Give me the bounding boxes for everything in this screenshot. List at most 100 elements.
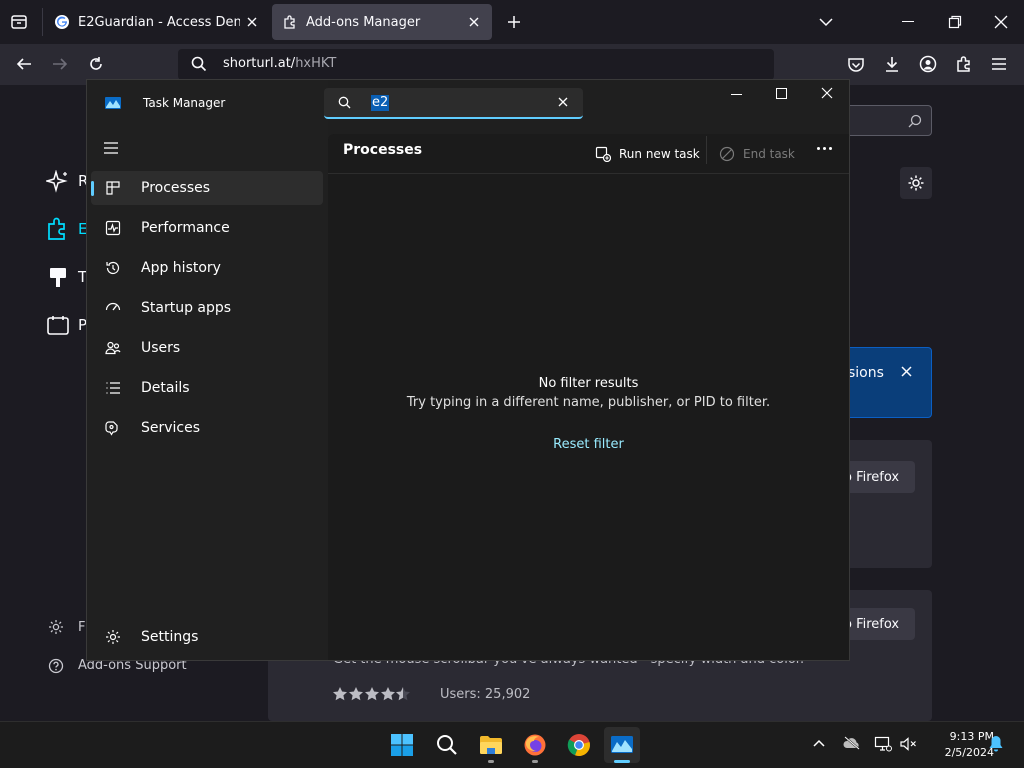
reset-filter-link[interactable]: Reset filter — [328, 437, 849, 452]
tab-addons-manager[interactable]: Add-ons Manager — [272, 4, 492, 40]
chevron-up-icon[interactable] — [812, 738, 826, 748]
nav-item-details[interactable]: Details — [91, 371, 323, 405]
users-count: Users: 25,902 — [440, 687, 531, 702]
toolbar-divider — [706, 136, 707, 164]
performance-icon — [103, 220, 123, 236]
tab-list-icon[interactable] — [10, 13, 28, 31]
chrome-icon[interactable] — [561, 727, 597, 763]
puzzle-icon — [282, 14, 298, 30]
task-manager-app-icon — [104, 95, 122, 111]
close-tab-icon[interactable] — [240, 10, 264, 34]
url-host: shorturl.at/ — [223, 56, 296, 71]
process-search-input[interactable] — [324, 88, 583, 119]
nav-item-startup-apps[interactable]: Startup apps — [91, 291, 323, 325]
nav-label: Services — [141, 420, 201, 436]
app-history-icon — [103, 260, 123, 276]
system-clock[interactable]: 9:13 PM 2/5/2024 — [924, 729, 994, 761]
search-icon — [908, 114, 922, 128]
volume-muted-icon[interactable] — [900, 737, 918, 751]
nav-item-processes[interactable]: Processes — [91, 171, 323, 205]
network-icon[interactable] — [874, 736, 892, 752]
nav-label: Details — [141, 380, 190, 396]
no-results-hint: Try typing in a different name, publishe… — [406, 395, 771, 410]
header-divider — [328, 173, 849, 174]
google-icon — [54, 14, 70, 30]
url-text[interactable]: shorturl.at/hxHKT — [223, 56, 336, 71]
search-icon — [191, 56, 207, 72]
task-manager-sidebar — [87, 80, 328, 660]
file-explorer-icon[interactable] — [473, 727, 509, 763]
url-path: hxHKT — [295, 56, 337, 71]
hamburger-menu-icon[interactable] — [991, 57, 1007, 71]
new-tab-icon[interactable] — [506, 14, 522, 30]
windows-taskbar — [0, 721, 1024, 768]
back-arrow-icon[interactable] — [15, 56, 33, 72]
forward-arrow-icon[interactable] — [51, 56, 69, 72]
clock-date: 2/5/2024 — [944, 746, 994, 759]
account-icon[interactable] — [919, 55, 937, 73]
extensions-category-icon[interactable] — [46, 217, 70, 241]
tab-title: E2Guardian - Access Denied — [78, 14, 240, 30]
window-title: Task Manager — [143, 96, 226, 110]
plugins-icon[interactable] — [46, 313, 70, 337]
download-icon[interactable] — [883, 55, 901, 73]
more-options-icon[interactable] — [817, 147, 832, 150]
tab-title: Add-ons Manager — [306, 14, 421, 30]
rating-stars — [332, 686, 410, 702]
windows-start-icon[interactable] — [384, 727, 420, 763]
nav-item-settings[interactable]: Settings — [91, 620, 323, 654]
task-manager-taskbar-icon[interactable] — [604, 727, 640, 763]
running-indicator — [532, 760, 538, 763]
search-value: e2 — [371, 95, 390, 111]
maximize-icon[interactable] — [776, 88, 787, 99]
details-icon — [103, 380, 123, 396]
nav-label: Settings — [141, 629, 199, 645]
nav-item-app-history[interactable]: App history — [91, 251, 323, 285]
nav-item-services[interactable]: Services — [91, 411, 323, 445]
button-label: Run new task — [619, 147, 700, 161]
search-icon[interactable] — [429, 727, 465, 763]
chevron-down-icon[interactable] — [818, 15, 834, 29]
run-new-task-button[interactable]: Run new task — [595, 140, 700, 168]
nav-item-performance[interactable]: Performance — [91, 211, 323, 245]
tab-e2guardian[interactable]: E2Guardian - Access Denied — [44, 4, 270, 40]
pocket-icon[interactable] — [847, 56, 865, 74]
close-tab-icon[interactable] — [462, 10, 486, 34]
gear-icon[interactable] — [900, 167, 932, 199]
banner-text: sions — [848, 365, 884, 381]
startup-apps-icon — [103, 300, 123, 316]
minimize-icon[interactable] — [902, 21, 914, 22]
minimize-icon[interactable] — [731, 94, 742, 95]
restore-icon[interactable] — [948, 15, 962, 29]
close-banner-icon[interactable] — [901, 366, 912, 377]
close-window-icon[interactable] — [994, 15, 1008, 29]
firefox-icon[interactable] — [517, 727, 553, 763]
close-window-icon[interactable] — [821, 87, 833, 99]
processes-icon — [103, 180, 123, 196]
search-icon — [338, 96, 351, 109]
onedrive-off-icon[interactable] — [843, 736, 861, 750]
themes-brush-icon[interactable] — [46, 265, 70, 289]
active-indicator — [614, 760, 630, 763]
section-title: Processes — [343, 142, 423, 158]
running-indicator — [488, 760, 494, 763]
recommendations-icon[interactable] — [46, 170, 70, 194]
gear-icon — [103, 629, 123, 645]
gear-icon[interactable] — [48, 619, 64, 635]
users-icon — [103, 340, 123, 356]
button-label: End task — [743, 147, 795, 161]
nav-label: Processes — [141, 180, 211, 196]
clear-search-icon[interactable] — [558, 97, 568, 107]
sidebar-partial-label: F — [78, 620, 86, 635]
nav-label: Startup apps — [141, 300, 232, 316]
hamburger-menu-icon[interactable] — [103, 141, 119, 155]
task-manager-window: Task Manager e2 Processes Performance Ap… — [86, 79, 850, 661]
nav-item-users[interactable]: Users — [91, 331, 323, 365]
notification-bell-icon[interactable] — [988, 735, 1004, 752]
end-task-button[interactable]: End task — [719, 140, 795, 168]
extensions-icon[interactable] — [955, 55, 973, 73]
help-icon[interactable] — [48, 658, 64, 674]
nav-label: Performance — [141, 220, 230, 236]
end-task-icon — [719, 146, 735, 162]
reload-icon[interactable] — [87, 55, 105, 73]
